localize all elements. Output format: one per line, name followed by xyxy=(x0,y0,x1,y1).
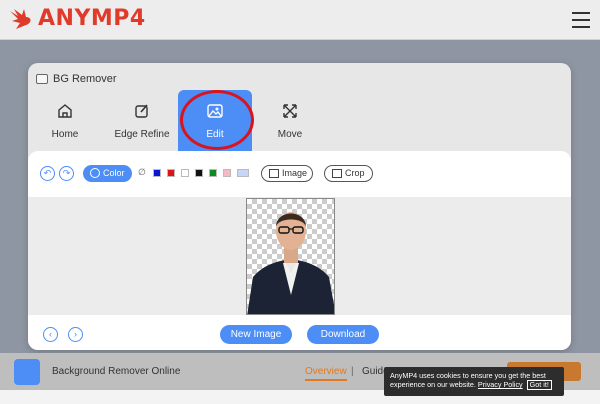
editor-bottom-bar: ‹ › New Image Download xyxy=(28,315,571,350)
brand-name: ANYMP4 xyxy=(38,6,146,31)
tab-move-label: Move xyxy=(277,129,303,140)
chevron-right-icon: › xyxy=(74,329,77,339)
brand-logo[interactable]: ANYMP4 xyxy=(8,6,146,31)
edit-square-icon xyxy=(135,104,148,118)
move-arrows-icon xyxy=(283,104,297,118)
home-icon xyxy=(58,104,72,118)
palette-icon xyxy=(90,168,100,178)
product-icon xyxy=(14,359,40,385)
portrait-person-image xyxy=(247,212,334,314)
crop-button-label: Crop xyxy=(345,168,365,178)
undo-button[interactable]: ↶ xyxy=(40,166,55,181)
swatch-custom[interactable] xyxy=(237,169,249,177)
swatch-pink[interactable] xyxy=(223,169,231,177)
new-image-button[interactable]: New Image xyxy=(220,325,292,344)
tool-tabs: Home Edge Refine Edit Move xyxy=(28,90,571,152)
redo-button[interactable]: ↷ xyxy=(59,166,74,181)
tab-home[interactable]: Home xyxy=(28,90,102,152)
color-button[interactable]: Color xyxy=(83,165,132,182)
cookie-line-2-text: experience on our website. xyxy=(390,380,476,389)
swatch-black[interactable] xyxy=(195,169,203,177)
tab-edit-label: Edit xyxy=(206,129,224,140)
undo-icon: ↶ xyxy=(43,168,52,178)
cookie-banner: AnyMP4 uses cookies to ensure you get th… xyxy=(384,367,564,396)
edit-toolbar: ↶ ↷ Color ∅ Image Crop xyxy=(28,151,571,197)
cookie-line-2: experience on our website. Privacy Polic… xyxy=(390,380,558,390)
download-button[interactable]: Download xyxy=(307,325,379,344)
chevron-left-icon: ‹ xyxy=(49,329,52,339)
image-canvas xyxy=(28,197,571,315)
swatch-green[interactable] xyxy=(209,169,217,177)
tab-edge-refine-label: Edge Refine xyxy=(114,129,170,140)
modal-title: BG Remover xyxy=(36,73,117,85)
color-button-label: Color xyxy=(103,168,125,178)
hamburger-menu-icon[interactable] xyxy=(572,12,590,28)
tab-home-label: Home xyxy=(51,129,79,140)
modal-title-text: BG Remover xyxy=(53,73,117,85)
product-name: Background Remover Online xyxy=(52,366,181,377)
swatch-red[interactable] xyxy=(167,169,175,177)
bg-remover-modal: BG Remover Home Edge Refine Edit Move ↶ … xyxy=(28,63,571,350)
result-image[interactable] xyxy=(246,198,335,315)
no-color-swatch[interactable]: ∅ xyxy=(138,167,146,178)
overview-link[interactable]: Overview xyxy=(305,366,347,381)
crop-icon xyxy=(332,169,342,178)
image-icon xyxy=(207,104,223,118)
top-header: ANYMP4 xyxy=(0,0,600,40)
got-it-button[interactable]: Got it! xyxy=(526,380,552,390)
prev-button[interactable]: ‹ xyxy=(43,327,58,342)
privacy-policy-link[interactable]: Privacy Policy xyxy=(478,380,523,389)
editor-workspace: ↶ ↷ Color ∅ Image Crop ‹ › New Image Dow… xyxy=(28,151,571,350)
swatch-blue[interactable] xyxy=(153,169,161,177)
window-icon xyxy=(36,74,48,84)
bird-logo-icon xyxy=(10,8,31,29)
redo-icon: ↷ xyxy=(62,168,71,178)
image-button-label: Image xyxy=(282,168,308,178)
crop-button[interactable]: Crop xyxy=(324,165,373,182)
tab-edit[interactable]: Edit xyxy=(178,90,252,152)
tab-move[interactable]: Move xyxy=(253,90,327,152)
cookie-line-1: AnyMP4 uses cookies to ensure you get th… xyxy=(390,371,546,380)
tab-edge-refine[interactable]: Edge Refine xyxy=(104,90,180,152)
nav-separator: | xyxy=(351,366,354,377)
picture-icon xyxy=(269,169,279,178)
next-button[interactable]: › xyxy=(68,327,83,342)
image-background-button[interactable]: Image xyxy=(261,165,313,182)
swatch-white[interactable] xyxy=(181,169,189,177)
